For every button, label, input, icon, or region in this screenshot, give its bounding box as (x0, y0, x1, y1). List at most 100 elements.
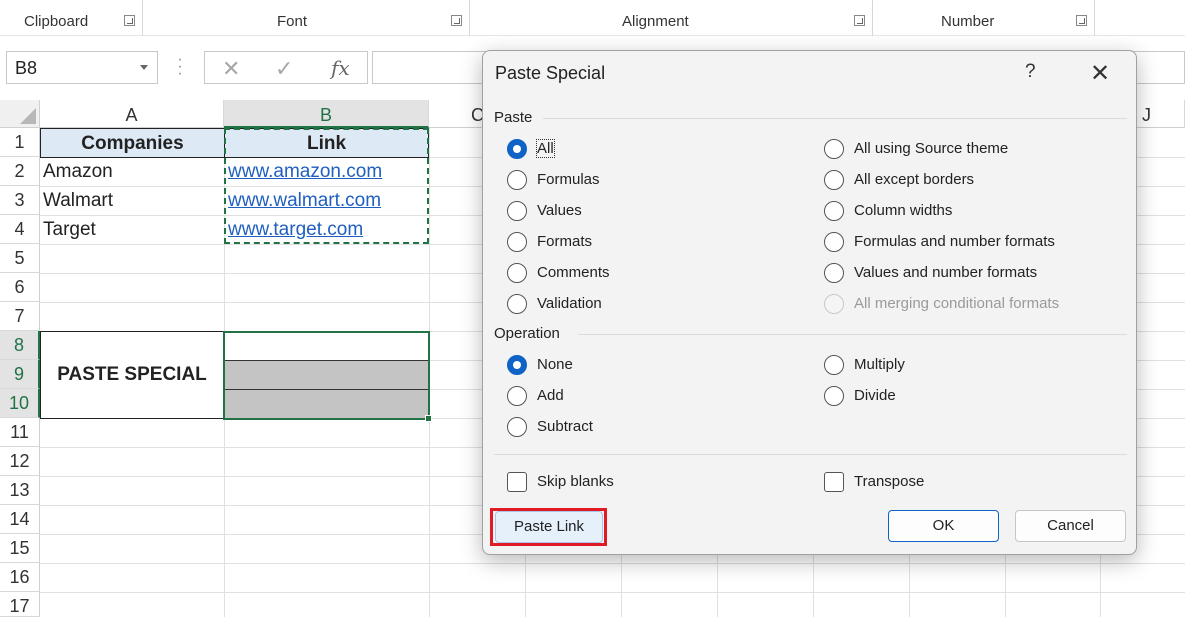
ribbon-group-clipboard: Clipboard (0, 0, 143, 36)
row-header[interactable]: 5 (0, 244, 40, 273)
vertical-dots-icon[interactable]: · · · (176, 52, 184, 82)
close-icon[interactable]: ✕ (1090, 59, 1110, 88)
formula-buttons: ✕ ✓ fx (204, 51, 368, 84)
option-label: Multiply (854, 356, 905, 373)
name-box[interactable]: B8 (6, 51, 158, 84)
row-header[interactable]: 4 (0, 215, 40, 244)
insert-function-icon[interactable]: fx (331, 56, 350, 80)
cell-company[interactable]: Walmart (43, 190, 221, 212)
ribbon-group-label: Clipboard (24, 13, 89, 30)
radio-disabled (824, 294, 844, 314)
row-header-selected[interactable]: 8 (0, 331, 40, 360)
radio[interactable] (824, 263, 844, 283)
row-header[interactable]: 17 (0, 592, 40, 617)
option-label: All merging conditional formats (854, 295, 1060, 312)
ribbon-group-number: Number (873, 0, 1095, 36)
option-label: All using Source theme (854, 140, 1009, 157)
radio[interactable] (824, 232, 844, 252)
row-header[interactable]: 7 (0, 302, 40, 331)
ribbon-group-label: Font (277, 13, 308, 30)
option-label: Formulas (537, 171, 600, 188)
radio[interactable] (824, 386, 844, 406)
row-header[interactable]: 15 (0, 534, 40, 563)
select-all-corner[interactable] (0, 100, 40, 128)
operation-section-label: Operation (494, 325, 560, 342)
chevron-down-icon[interactable] (140, 65, 148, 70)
row-header[interactable]: 13 (0, 476, 40, 505)
gridline (40, 563, 1185, 564)
row-header-selected[interactable]: 9 (0, 360, 40, 389)
row-header[interactable]: 6 (0, 273, 40, 302)
highlight-annotation (490, 508, 607, 546)
option-label: Add (537, 387, 564, 404)
paste-section-label: Paste (494, 109, 533, 126)
name-box-value: B8 (15, 58, 38, 78)
radio[interactable] (824, 201, 844, 221)
radio-selected[interactable] (507, 139, 527, 159)
column-header-a[interactable]: A (40, 100, 224, 128)
radio[interactable] (507, 170, 527, 190)
section-divider (543, 118, 1127, 119)
option-label: All except borders (854, 171, 975, 188)
radio[interactable] (824, 355, 844, 375)
cancel-icon[interactable]: ✕ (222, 56, 240, 82)
row-header[interactable]: 1 (0, 128, 40, 157)
paste-special-dialog: Paste Special ? ✕ Paste All Formulas Val… (482, 50, 1137, 555)
cell-company[interactable]: Target (43, 219, 221, 241)
section-divider (578, 334, 1127, 335)
row-header[interactable]: 2 (0, 157, 40, 186)
cell-a1-companies-header[interactable]: Companies (40, 128, 225, 158)
radio[interactable] (824, 170, 844, 190)
radio[interactable] (507, 201, 527, 221)
merged-cell-paste-special[interactable]: PASTE SPECIAL (40, 331, 224, 419)
row-header[interactable]: 16 (0, 563, 40, 592)
ribbon-group-label: Number (941, 13, 995, 30)
ribbon-group-label: Alignment (622, 13, 689, 30)
row-header-selected[interactable]: 10 (0, 389, 40, 418)
row-header[interactable]: 14 (0, 505, 40, 534)
dialog-launcher-icon[interactable] (1076, 15, 1087, 26)
row-header[interactable]: 12 (0, 447, 40, 476)
radio-selected[interactable] (507, 355, 527, 375)
ribbon-group-font: Font (143, 0, 470, 36)
fill-handle[interactable] (425, 415, 432, 422)
option-label: Divide (854, 387, 896, 404)
radio[interactable] (507, 386, 527, 406)
option-label: Values and number formats (854, 264, 1038, 281)
ribbon-group-alignment: Alignment (470, 0, 873, 36)
cancel-button[interactable]: Cancel (1015, 510, 1126, 542)
cell-company[interactable]: Amazon (43, 161, 221, 183)
dialog-launcher-icon[interactable] (451, 15, 462, 26)
option-label: Column widths (854, 202, 953, 219)
selected-range (223, 331, 430, 420)
transpose-checkbox[interactable] (824, 472, 844, 492)
radio[interactable] (824, 139, 844, 159)
enter-check-icon[interactable]: ✓ (275, 56, 293, 82)
option-label: None (537, 356, 573, 373)
column-header-b[interactable]: B (224, 100, 429, 128)
option-label: Values (537, 202, 582, 219)
option-label: Subtract (537, 418, 593, 435)
ribbon-group-labels: Clipboard Font Alignment Number (0, 0, 1185, 36)
option-label: Formats (537, 233, 593, 250)
dialog-launcher-icon[interactable] (124, 15, 135, 26)
ok-button[interactable]: OK (888, 510, 999, 542)
help-icon[interactable]: ? (1025, 61, 1036, 83)
option-label: Skip blanks (537, 473, 614, 490)
section-divider (494, 454, 1127, 455)
radio[interactable] (507, 417, 527, 437)
gridline (40, 592, 1185, 593)
dialog-title: Paste Special (495, 63, 606, 83)
radio[interactable] (507, 232, 527, 252)
row-header[interactable]: 3 (0, 186, 40, 215)
skip-blanks-checkbox[interactable] (507, 472, 527, 492)
option-label: Formulas and number formats (854, 233, 1055, 250)
dialog-launcher-icon[interactable] (854, 15, 865, 26)
option-label: All (536, 139, 555, 158)
radio[interactable] (507, 294, 527, 314)
option-label: Validation (537, 295, 602, 312)
copy-marquee (224, 128, 429, 244)
row-header[interactable]: 11 (0, 418, 40, 447)
radio[interactable] (507, 263, 527, 283)
option-label: Transpose (854, 473, 925, 490)
